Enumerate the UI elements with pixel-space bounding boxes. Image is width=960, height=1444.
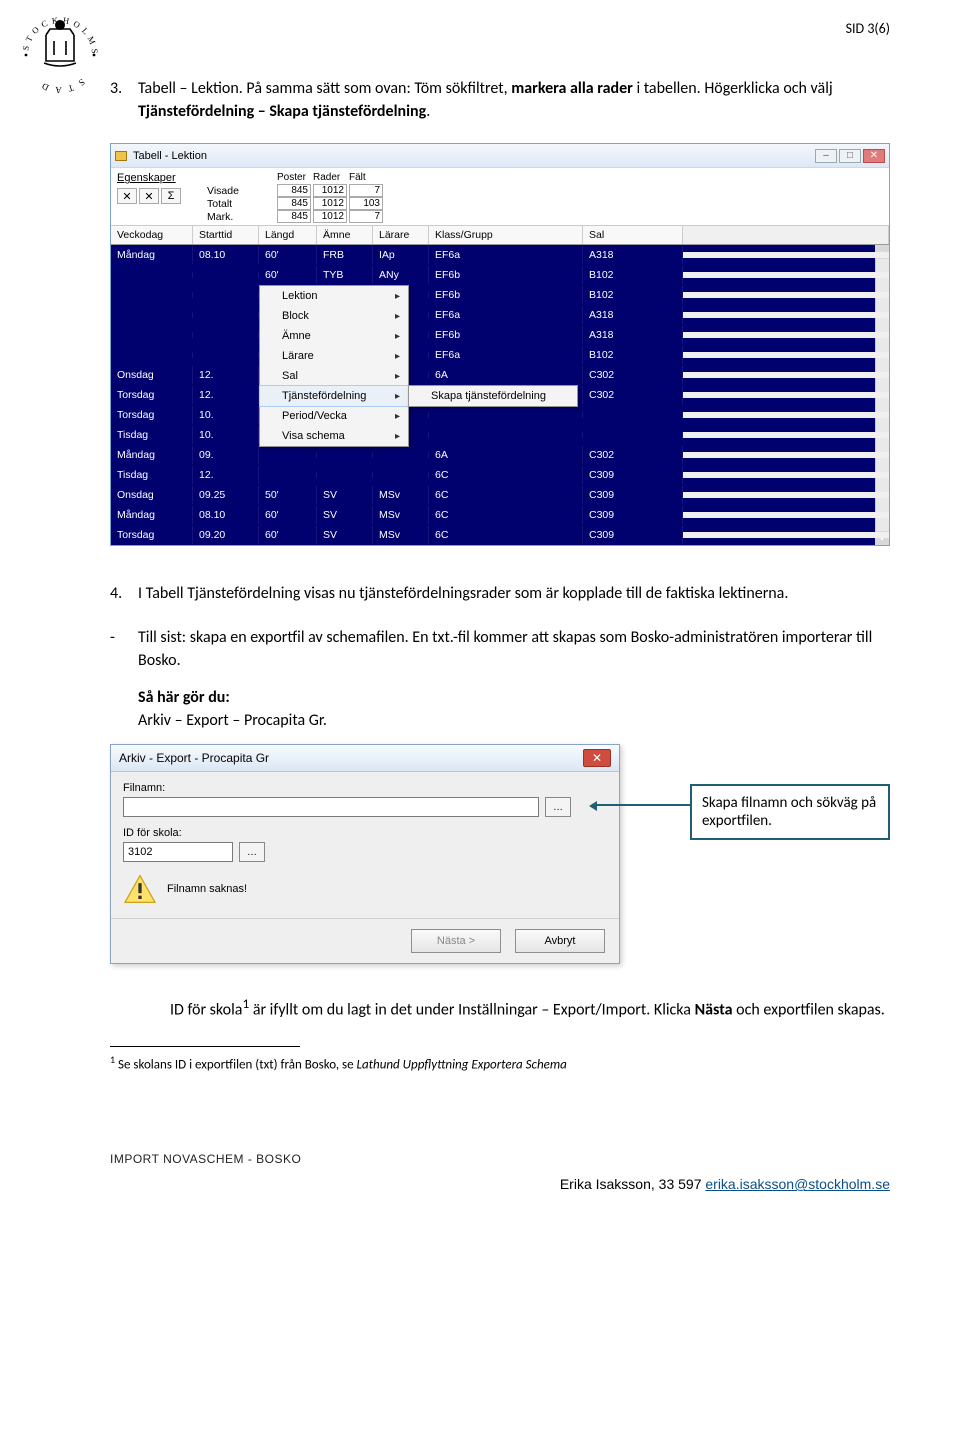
footer-email-link[interactable]: erika.isaksson@stockholm.se (705, 1176, 890, 1192)
id-skola-label: ID för skola: (123, 827, 607, 839)
table-row[interactable]: Måndag08.1060'SVMSv6CC309 (111, 505, 889, 525)
toolbar-btn-2[interactable]: ✕ (139, 188, 159, 204)
next-button[interactable]: Nästa > (411, 929, 501, 953)
egenskaper-link[interactable]: Egenskaper (117, 172, 197, 184)
id-browse-button[interactable]: … (239, 842, 265, 862)
close-button[interactable]: ✕ (863, 149, 885, 163)
step-number-3: 3. (110, 77, 138, 123)
stats-cell: 7 (349, 210, 383, 223)
subhead-line2: Arkiv – Export – Procapita Gr. (138, 709, 890, 732)
table-row[interactable]: Torsdag09.2060'SVMSv6CC309 (111, 525, 889, 545)
id-para: ID för skola1 är ifyllt om du lagt in de… (170, 994, 890, 1022)
table-row[interactable]: EF6aB102 (111, 345, 889, 365)
table-row[interactable]: Måndag08.1060'FRBIApEF6aA318 (111, 245, 889, 265)
callout-arrow (595, 804, 690, 806)
ctx-item-visaschema[interactable]: Visa schema (260, 426, 408, 446)
table-row[interactable]: Torsdag10. (111, 405, 889, 425)
table-row[interactable]: Onsdag12.6AC302 (111, 365, 889, 385)
stats-cell: 845 (277, 197, 311, 210)
ctx-item-sal[interactable]: Sal (260, 366, 408, 386)
col-amne[interactable]: Ämne (317, 226, 373, 244)
screenshot-tabell-lektion: Tabell - Lektion – □ ✕ Egenskaper ✕ ✕ Σ (110, 143, 890, 546)
minimize-button[interactable]: – (815, 149, 837, 163)
callout-box: Skapa filnamn och sökväg på exportfilen. (690, 784, 890, 840)
table-row[interactable]: Onsdag09.2550'SVMSv6CC309 (111, 485, 889, 505)
table-row[interactable]: EF6aA318 (111, 305, 889, 325)
step-number-4: 4. (110, 582, 138, 605)
filnamn-label: Filnamn: (123, 782, 607, 794)
stats-cell: 103 (349, 197, 383, 210)
page-number: SID 3(6) (110, 20, 890, 37)
submenu-skapa-tjanstefordelning[interactable]: Skapa tjänstefördelning (409, 386, 577, 406)
context-submenu: Skapa tjänstefördelning (408, 385, 578, 407)
table-row[interactable]: 60'TYBANyEF6bB102 (111, 265, 889, 285)
dash-text: Till sist: skapa en exportfil av schemaf… (138, 626, 890, 672)
stats-cell: 1012 (313, 210, 347, 223)
toolbar-btn-1[interactable]: ✕ (117, 188, 137, 204)
dialog-title: Arkiv - Export - Procapita Gr (119, 751, 269, 765)
table-row[interactable]: EF6bB102 (111, 285, 889, 305)
dash-bullet: - (110, 626, 138, 672)
col-starttid[interactable]: Starttid (193, 226, 259, 244)
ctx-item-periodvecka[interactable]: Period/Vecka (260, 406, 408, 426)
col-larare[interactable]: Lärare (373, 226, 429, 244)
stats-label-visade: Visade (207, 185, 267, 197)
footnote-separator (110, 1046, 300, 1047)
col-sal[interactable]: Sal (583, 226, 683, 244)
stockholm-stad-logo: S T O C K H O L M S S T A D (20, 0, 100, 110)
warning-icon (123, 874, 157, 904)
stats-cell: 7 (349, 184, 383, 197)
ctx-item-block[interactable]: Block (260, 306, 408, 326)
window-title: Tabell - Lektion (133, 150, 207, 162)
table-row[interactable]: EF6bA318 (111, 325, 889, 345)
toolbar-btn-sigma[interactable]: Σ (161, 188, 181, 204)
stats-cell: 1012 (313, 197, 347, 210)
maximize-button[interactable]: □ (839, 149, 861, 163)
step-4-text: I Tabell Tjänstefördelning visas nu tjän… (138, 582, 788, 605)
table-row[interactable]: Tisdag10. (111, 425, 889, 445)
browse-button[interactable]: … (545, 797, 571, 817)
warning-text: Filnamn saknas! (167, 883, 247, 895)
svg-text:S T A D: S T A D (39, 77, 87, 95)
window-icon (115, 151, 127, 161)
footer-left: IMPORT NOVASCHEM - BOSKO (110, 1152, 890, 1166)
subhead-bold: Så här gör du: (138, 686, 890, 709)
cancel-button[interactable]: Avbryt (515, 929, 605, 953)
ctx-item-lrare[interactable]: Lärare (260, 346, 408, 366)
col-klassgrupp[interactable]: Klass/Grupp (429, 226, 583, 244)
stats-label-totalt: Totalt (207, 198, 267, 210)
table-row[interactable]: Måndag09.6AC302 (111, 445, 889, 465)
stats-cell: 845 (277, 184, 311, 197)
stats-label-mark: Mark. (207, 211, 267, 223)
stats-cell: 1012 (313, 184, 347, 197)
step-3-text: Tabell – Lektion. På samma sätt som ovan… (138, 77, 890, 123)
stats-cell: 845 (277, 210, 311, 223)
col-langd[interactable]: Längd (259, 226, 317, 244)
id-skola-input[interactable] (123, 842, 233, 862)
table-row[interactable]: Tisdag12.6CC309 (111, 465, 889, 485)
footnote-1: 1 Se skolans ID i exportfilen (txt) från… (110, 1053, 890, 1072)
ctx-item-tjnstefrdelning[interactable]: Tjänstefördelning (259, 385, 409, 407)
footer-right: Erika Isaksson, 33 597 erika.isaksson@st… (110, 1176, 890, 1192)
ctx-item-mne[interactable]: Ämne (260, 326, 408, 346)
dialog-close-button[interactable]: ✕ (583, 749, 611, 767)
export-dialog: Arkiv - Export - Procapita Gr ✕ Filnamn:… (110, 744, 620, 964)
context-menu: LektionBlockÄmneLärareSalTjänstefördelni… (259, 285, 409, 447)
col-veckodag[interactable]: Veckodag (111, 226, 193, 244)
ctx-item-lektion[interactable]: Lektion (260, 286, 408, 306)
filnamn-input[interactable] (123, 797, 539, 817)
